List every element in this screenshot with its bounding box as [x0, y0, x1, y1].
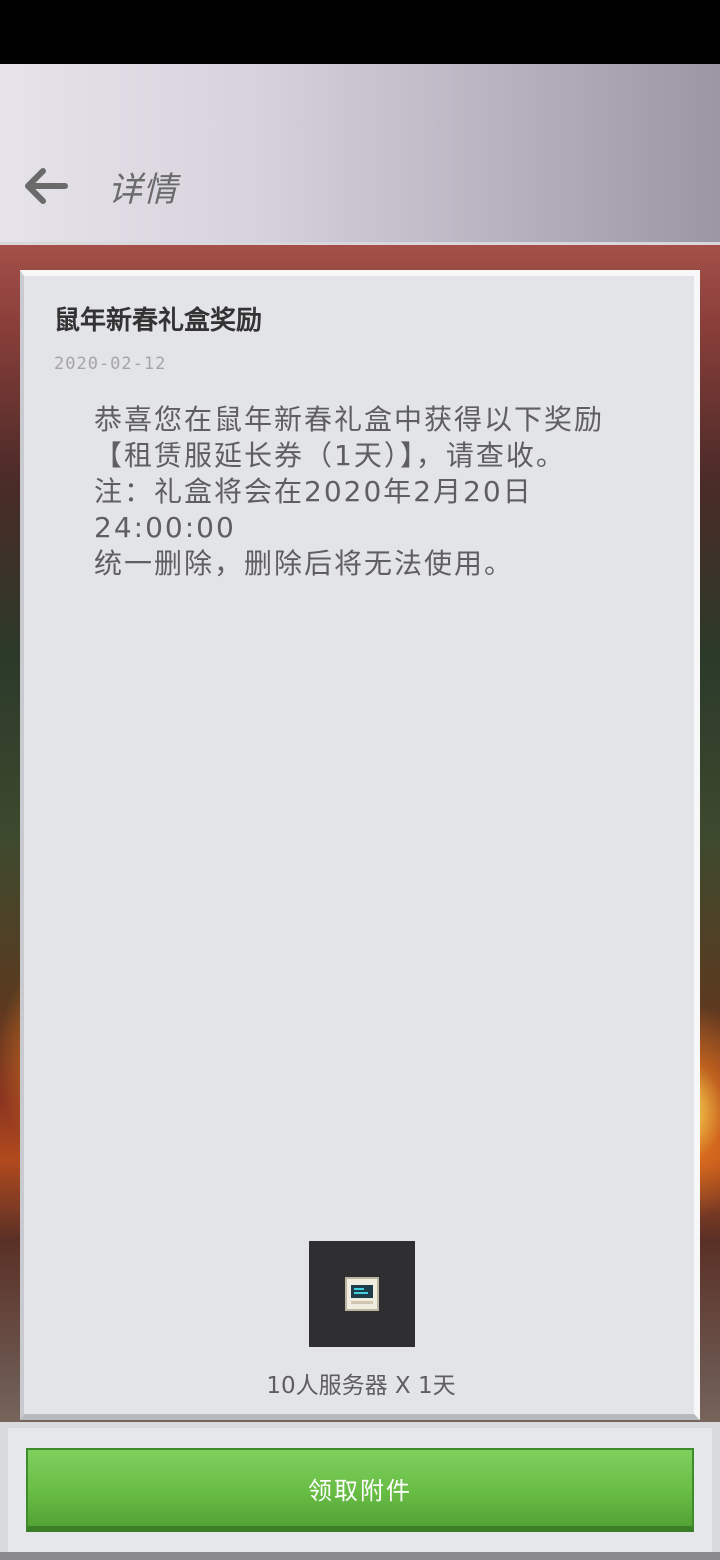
mail-title: 鼠年新春礼盒奖励 — [54, 306, 263, 336]
arrow-left-icon — [25, 168, 68, 204]
back-button[interactable] — [18, 164, 74, 208]
mail-body-line: 恭喜您在鼠年新春礼盒中获得以下奖励 — [94, 403, 605, 436]
mail-body-line: 注：礼盒将会在2020年2月20日24:00:00 — [94, 475, 533, 544]
navigation-bar — [0, 1552, 720, 1560]
status-bar — [0, 0, 720, 64]
mail-body-line: 统一删除，删除后将无法使用。 — [94, 547, 515, 580]
mail-body: 恭喜您在鼠年新春礼盒中获得以下奖励 【租赁服延长券（1天）】，请查收。 注：礼盒… — [94, 402, 664, 582]
attachment-label: 10人服务器 X 1天 — [266, 1373, 456, 1399]
app-header: 详情 — [0, 64, 720, 242]
page-title: 详情 — [108, 170, 178, 210]
server-icon — [345, 1277, 379, 1311]
attachment-item[interactable] — [309, 1241, 415, 1347]
mail-detail-card: 鼠年新春礼盒奖励 2020-02-12 恭喜您在鼠年新春礼盒中获得以下奖励 【租… — [20, 270, 700, 1420]
claim-attachment-button[interactable]: 领取附件 — [26, 1448, 694, 1532]
mail-body-line: 【租赁服延长券（1天）】，请查收。 — [94, 439, 566, 472]
mail-date: 2020-02-12 — [54, 354, 167, 374]
